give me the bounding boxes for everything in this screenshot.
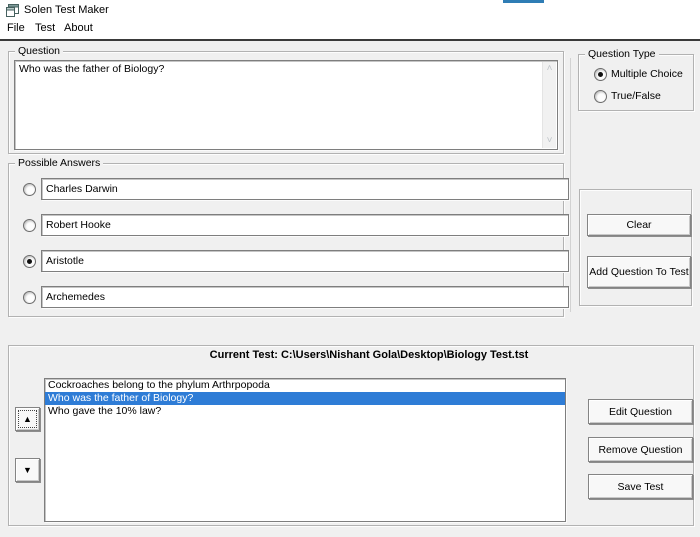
question-list-item[interactable]: Who gave the 10% law?: [45, 405, 565, 418]
current-test-title: Current Test: C:\Users\Nishant Gola\Desk…: [209, 349, 529, 361]
actions-frame: Clear Add Question To Test: [579, 189, 692, 306]
clear-button[interactable]: Clear: [587, 214, 691, 236]
title-bar: Solen Test Maker: [0, 0, 700, 20]
save-test-button[interactable]: Save Test: [588, 474, 693, 499]
move-question-up-button[interactable]: ▲: [15, 407, 40, 431]
question-list-item[interactable]: Who was the father of Biology?: [45, 392, 565, 405]
answer-radio-2[interactable]: [23, 219, 36, 232]
possible-answers-groupbox: Possible Answers: [8, 157, 569, 317]
answer-radio-1[interactable]: [23, 183, 36, 196]
radio-multiple-choice[interactable]: [594, 68, 607, 81]
menu-file[interactable]: File: [7, 22, 25, 34]
solen-test-maker-window: Solen Test Maker File Test About Questio…: [0, 0, 700, 537]
app-form-icon: [6, 4, 19, 17]
menu-about[interactable]: About: [64, 22, 93, 34]
question-groupbox: Question Who was the father of Biology? …: [8, 45, 564, 154]
window-edge-divider: [0, 39, 700, 41]
vertical-divider-line: [570, 58, 571, 312]
answer-input-4[interactable]: [41, 286, 569, 308]
question-text: Who was the father of Biology?: [19, 63, 165, 75]
question-scrollbar[interactable]: ˄ ˅: [542, 62, 556, 148]
answer-radio-4[interactable]: [23, 291, 36, 304]
edit-question-button[interactable]: Edit Question: [588, 399, 693, 424]
question-group-caption: Question: [15, 45, 64, 57]
background-window-fragment: [503, 0, 544, 3]
answer-input-1[interactable]: [41, 178, 569, 200]
remove-question-button[interactable]: Remove Question: [588, 437, 693, 462]
question-type-caption: Question Type: [585, 48, 659, 60]
move-question-down-button[interactable]: ▼: [15, 458, 40, 482]
menu-bar: File Test About: [0, 20, 700, 38]
question-type-groupbox: Question Type Multiple Choice True/False: [578, 48, 694, 111]
answer-input-3[interactable]: [41, 250, 569, 272]
radio-true-false-label[interactable]: True/False: [611, 90, 661, 102]
answer-input-2[interactable]: [41, 214, 569, 236]
radio-multiple-choice-label[interactable]: Multiple Choice: [611, 68, 683, 80]
question-list-item[interactable]: Cockroaches belong to the phylum Arthrpo…: [45, 379, 565, 392]
add-question-button[interactable]: Add Question To Test: [587, 256, 691, 288]
radio-true-false[interactable]: [594, 90, 607, 103]
window-title: Solen Test Maker: [24, 4, 109, 16]
question-listbox[interactable]: Cockroaches belong to the phylum Arthrpo…: [44, 378, 566, 522]
answer-radio-3[interactable]: [23, 255, 36, 268]
scroll-down-icon[interactable]: ˅: [543, 136, 556, 146]
scroll-up-icon[interactable]: ˄: [543, 64, 556, 74]
current-test-panel: Current Test: C:\Users\Nishant Gola\Desk…: [8, 345, 694, 526]
menu-test[interactable]: Test: [35, 22, 55, 34]
possible-answers-caption: Possible Answers: [15, 157, 104, 169]
window-chrome: Solen Test Maker File Test About: [0, 0, 700, 39]
question-textarea[interactable]: Who was the father of Biology? ˄ ˅: [14, 60, 558, 150]
